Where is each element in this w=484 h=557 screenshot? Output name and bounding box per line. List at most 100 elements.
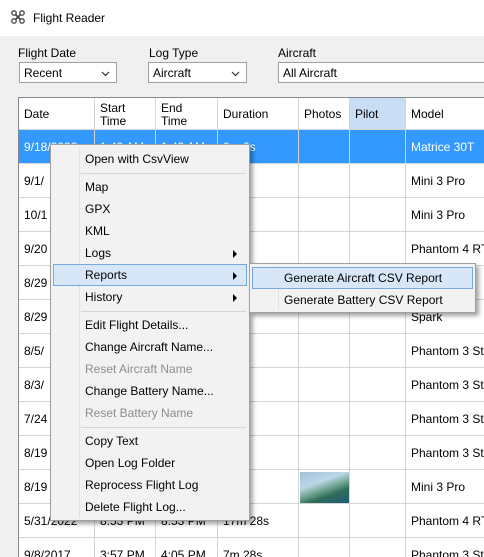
menu-item-open-with-csvview[interactable]: Open with CsvView [53, 148, 247, 170]
menu-item-label: Open with CsvView [85, 152, 189, 166]
column-header-date[interactable]: Date [19, 98, 95, 130]
cell-model: Phantom 3 Standard [406, 368, 484, 402]
cell-pilot [350, 436, 406, 470]
menu-item-generate-aircraft-csv-report[interactable]: Generate Aircraft CSV Report [252, 267, 473, 289]
column-header-label: End [161, 101, 183, 115]
cell-photos [299, 402, 350, 436]
menu-item-reset-aircraft-name: Reset Aircraft Name [53, 358, 247, 380]
menu-separator [81, 173, 246, 174]
menu-item-label: Logs [85, 246, 112, 260]
log-type-select[interactable]: Aircraft [148, 62, 247, 83]
chevron-down-icon [101, 67, 110, 81]
column-header-label: Pilot [355, 107, 379, 121]
menu-item-generate-battery-csv-report[interactable]: Generate Battery CSV Report [252, 289, 473, 311]
column-header-start-time[interactable]: Start Time [95, 98, 156, 130]
photo-thumbnail[interactable] [300, 472, 349, 503]
column-header-label: Date [24, 107, 50, 121]
menu-item-kml[interactable]: KML [53, 220, 247, 242]
cell-photos [299, 198, 350, 232]
menu-item-label: KML [85, 224, 110, 238]
menu-item-map[interactable]: Map [53, 176, 247, 198]
reports-submenu: Generate Aircraft CSV Report Generate Bat… [249, 263, 476, 313]
cell-photos [299, 538, 350, 557]
cell-model: Mini 3 Pro [406, 198, 484, 232]
cell-duration: 7m 28s [218, 538, 299, 557]
menu-item-reprocess-flight-log[interactable]: Reprocess Flight Log [53, 474, 247, 496]
cell-pilot [350, 470, 406, 504]
column-header-label: Start [100, 101, 126, 115]
cell-model: Matrice 30T [406, 130, 484, 164]
menu-item-change-battery-name[interactable]: Change Battery Name... [53, 380, 247, 402]
menu-item-label: Copy Text [85, 434, 139, 448]
cell-start-time: 3:57 PM [95, 538, 156, 557]
menu-item-label: Change Aircraft Name... [85, 340, 214, 354]
context-menu: Open with CsvView Map GPX KML Logs Reports His… [50, 144, 250, 521]
menu-item-label: History [85, 290, 123, 304]
cell-pilot [350, 198, 406, 232]
flight-date-label: Flight Date [18, 46, 77, 60]
menu-item-label: Reprocess Flight Log [85, 478, 199, 492]
menu-item-label: Generate Aircraft CSV Report [284, 271, 443, 285]
menu-item-logs[interactable]: Logs [53, 242, 247, 264]
flight-reader-window: Flight Reader Flight Date Recent Log Typ… [0, 0, 484, 557]
log-type-value: Aircraft [153, 66, 192, 80]
menu-item-delete-flight-log[interactable]: Delete Flight Log... [53, 496, 247, 518]
cell-model: Phantom 3 Standard [406, 538, 484, 557]
menu-item-label: Reset Aircraft Name [85, 362, 193, 376]
cell-model: Phantom 3 Standard [406, 402, 484, 436]
log-type-label: Log Type [149, 46, 199, 60]
cell-model: Phantom 4 RTK [406, 232, 484, 266]
column-header-photos[interactable]: Photos [299, 98, 350, 130]
column-header-label: Model [411, 107, 444, 121]
menu-item-history[interactable]: History [53, 286, 247, 308]
title-bar: Flight Reader [0, 0, 484, 36]
column-header-label: Photos [304, 107, 342, 121]
menu-item-gpx[interactable]: GPX [53, 198, 247, 220]
menu-item-label: Delete Flight Log... [85, 500, 186, 514]
cell-photos [299, 368, 350, 402]
menu-item-label: Change Battery Name... [85, 384, 214, 398]
column-header-end-time[interactable]: End Time [156, 98, 218, 130]
column-header-model[interactable]: Model [406, 98, 484, 130]
menu-separator [81, 311, 246, 312]
menu-item-copy-text[interactable]: Copy Text [53, 430, 247, 452]
cell-photos [299, 504, 350, 538]
flight-date-value: Recent [24, 66, 63, 80]
cell-photos [299, 130, 350, 164]
menu-item-label: Map [85, 180, 109, 194]
menu-item-edit-flight-details[interactable]: Edit Flight Details... [53, 314, 247, 336]
window-title: Flight Reader [33, 11, 106, 25]
menu-separator [81, 427, 246, 428]
cell-pilot [350, 130, 406, 164]
menu-item-open-log-folder[interactable]: Open Log Folder [53, 452, 247, 474]
table-row[interactable]: 9/8/2017 3:57 PM 4:05 PM 7m 28s Phantom 3 St… [19, 538, 484, 557]
column-header-pilot[interactable]: Pilot [350, 98, 406, 130]
column-header-label: Time [161, 114, 188, 128]
menu-item-reports[interactable]: Reports [53, 264, 247, 286]
cell-pilot [350, 538, 406, 557]
cell-pilot [350, 334, 406, 368]
column-header-duration[interactable]: Duration [218, 98, 299, 130]
column-header-label: Time [100, 114, 127, 128]
cell-end-time: 4:05 PM [156, 538, 218, 557]
cell-pilot [350, 368, 406, 402]
menu-item-change-aircraft-name[interactable]: Change Aircraft Name... [53, 336, 247, 358]
cell-model: Mini 3 Pro [406, 164, 484, 198]
aircraft-select[interactable]: All Aircraft [278, 62, 484, 83]
cell-date: 9/8/2017 [19, 538, 95, 557]
flight-date-select[interactable]: Recent [19, 62, 117, 83]
aircraft-value: All Aircraft [283, 66, 338, 80]
submenu-arrow-icon [233, 272, 237, 280]
cell-photos [299, 164, 350, 198]
cell-pilot [350, 232, 406, 266]
submenu-arrow-icon [233, 294, 237, 302]
chevron-down-icon [231, 67, 240, 81]
menu-item-label: Reset Battery Name [85, 406, 194, 420]
cell-pilot [350, 402, 406, 436]
cell-model: Mini 3 Pro [406, 470, 484, 504]
drone-icon [11, 10, 25, 27]
cell-model: Phantom 4 RTK [406, 504, 484, 538]
menu-item-label: Edit Flight Details... [85, 318, 189, 332]
menu-item-label: Reports [85, 268, 128, 282]
cell-photos [299, 334, 350, 368]
